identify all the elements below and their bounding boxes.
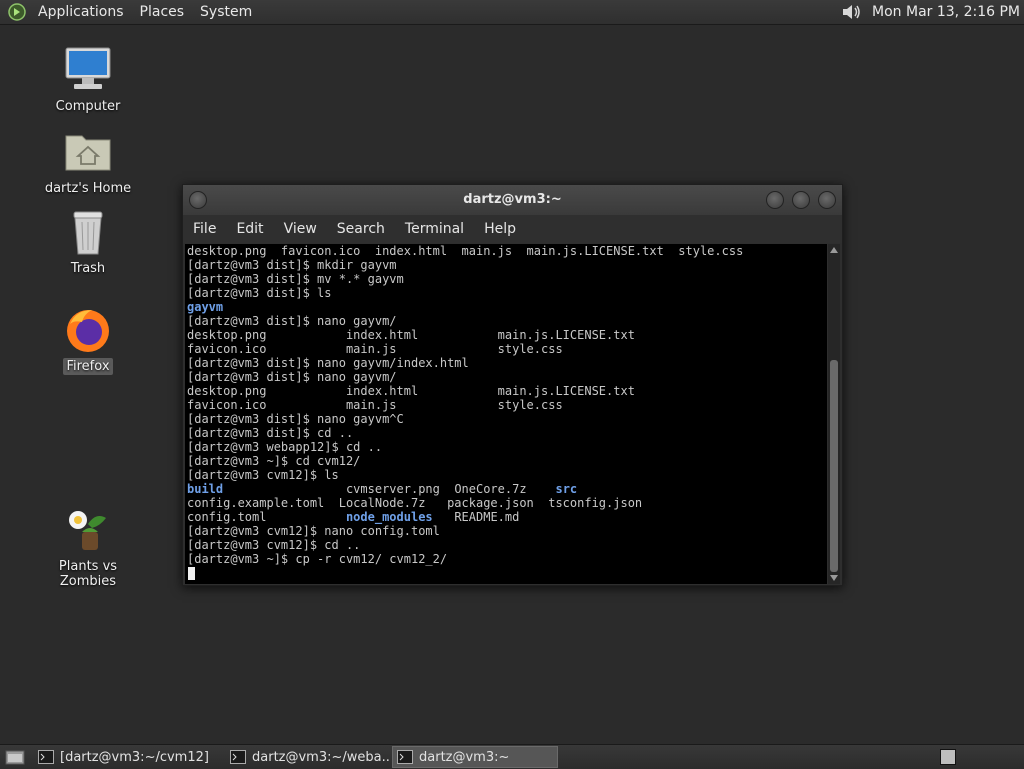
system-menu[interactable]: System xyxy=(192,4,260,20)
terminal-line: [dartz@vm3 ~]$ cp -r cvm12/ cvm12_2/ xyxy=(187,552,448,566)
terminal-line: [dartz@vm3 dist]$ nano gayvm/ xyxy=(187,370,397,384)
terminal-line: favicon.ico main.js style.css xyxy=(187,342,563,356)
desktop-icon-firefox[interactable]: Firefox xyxy=(33,304,143,375)
menu-edit[interactable]: Edit xyxy=(226,221,273,237)
terminal-line: [dartz@vm3 dist]$ mv *.* gayvm xyxy=(187,272,404,286)
taskbar-task-home[interactable]: dartz@vm3:~ xyxy=(392,746,558,768)
terminal-line: [dartz@vm3 dist]$ cd .. xyxy=(187,426,354,440)
desktop-icon-home[interactable]: dartz's Home xyxy=(33,126,143,197)
desktop-icon-trash[interactable]: Trash xyxy=(33,206,143,277)
desktop-icon-label: Computer xyxy=(55,99,121,114)
desktop-icon-label: Trash xyxy=(70,261,106,276)
workspace-switcher[interactable] xyxy=(940,749,956,765)
desktop-icon-computer[interactable]: Computer xyxy=(33,44,143,115)
show-desktop-icon[interactable] xyxy=(4,748,26,766)
directory-name: build xyxy=(187,482,224,496)
terminal-line: config.toml node_modules README.md xyxy=(187,510,520,524)
terminal-lines: desktop.png favicon.ico index.html main.… xyxy=(187,244,743,580)
directory-name: node_modules xyxy=(345,510,433,524)
plants-vs-zombies-icon xyxy=(69,511,106,550)
terminal-icon xyxy=(397,750,413,764)
terminal-line: [dartz@vm3 cvm12]$ ls xyxy=(187,468,339,482)
window-title: dartz@vm3:~ xyxy=(463,192,562,207)
menu-view[interactable]: View xyxy=(274,221,327,237)
terminal-line: [dartz@vm3 dist]$ ls xyxy=(187,286,332,300)
task-label: dartz@vm3:~ xyxy=(419,749,510,765)
applications-menu[interactable]: Applications xyxy=(30,4,132,20)
desktop-icon-label: Firefox xyxy=(63,358,113,375)
terminal-line: favicon.ico main.js style.css xyxy=(187,398,563,412)
menu-file[interactable]: File xyxy=(183,221,226,237)
menu-help[interactable]: Help xyxy=(474,221,526,237)
terminal-line: [dartz@vm3 cvm12]$ nano config.toml xyxy=(187,524,440,538)
places-menu[interactable]: Places xyxy=(132,4,193,20)
window-titlebar[interactable]: dartz@vm3:~ xyxy=(183,185,842,215)
task-label: dartz@vm3:~/weba... xyxy=(252,749,390,765)
firefox-icon xyxy=(67,310,109,352)
scroll-down-arrow-icon[interactable] xyxy=(830,575,838,581)
terminal-menubar: File Edit View Search Terminal Help xyxy=(183,215,842,243)
bottom-panel: [dartz@vm3:~/cvm12] dartz@vm3:~/weba... … xyxy=(0,744,1024,769)
terminal-output[interactable]: desktop.png favicon.ico index.html main.… xyxy=(185,244,827,584)
maximize-button[interactable] xyxy=(792,191,810,209)
terminal-line: [dartz@vm3 dist]$ nano gayvm/index.html xyxy=(187,356,469,370)
terminal-line: config.example.toml LocalNode.7z package… xyxy=(187,496,643,510)
terminal-line: [dartz@vm3 webapp12]$ cd .. xyxy=(187,440,383,454)
volume-icon[interactable] xyxy=(840,2,864,22)
minimize-button[interactable] xyxy=(766,191,784,209)
menu-search[interactable]: Search xyxy=(327,221,395,237)
directory-name: gayvm xyxy=(187,300,224,314)
home-folder-icon xyxy=(65,135,111,171)
taskbar-task-cvm12[interactable]: [dartz@vm3:~/cvm12] xyxy=(34,746,224,768)
terminal-line: [dartz@vm3 dist]$ nano gayvm/ xyxy=(187,314,397,328)
terminal-cursor xyxy=(188,567,195,580)
terminal-line: desktop.png favicon.ico index.html main.… xyxy=(187,244,744,258)
top-panel: Applications Places System Mon Mar 13, 2… xyxy=(0,0,1024,25)
close-button[interactable] xyxy=(818,191,836,209)
taskbar-task-webapp[interactable]: dartz@vm3:~/weba... xyxy=(226,746,390,768)
menu-terminal[interactable]: Terminal xyxy=(395,221,474,237)
desktop-icon-label: dartz's Home xyxy=(44,181,132,196)
terminal-line: [dartz@vm3 dist]$ nano gayvm^C xyxy=(187,412,404,426)
directory-name: src xyxy=(555,482,578,496)
clock[interactable]: Mon Mar 13, 2:16 PM xyxy=(872,4,1020,20)
terminal-icon xyxy=(230,750,246,764)
terminal-scrollbar[interactable] xyxy=(828,244,840,584)
menu-logo-icon[interactable] xyxy=(8,3,26,21)
desktop-icon-label: Plants vs Zombies xyxy=(58,559,118,589)
terminal-line: desktop.png index.html main.js.LICENSE.t… xyxy=(187,328,635,342)
computer-icon xyxy=(65,47,111,89)
desktop-icon-plants-vs-zombies[interactable]: Plants vs Zombies xyxy=(33,504,143,590)
terminal-line: [dartz@vm3 dist]$ mkdir gayvm xyxy=(187,258,397,272)
terminal-line: [dartz@vm3 ~]$ cd cvm12/ xyxy=(187,454,361,468)
task-label: [dartz@vm3:~/cvm12] xyxy=(60,749,209,765)
terminal-icon xyxy=(38,750,54,764)
top-panel-right: Mon Mar 13, 2:16 PM xyxy=(840,0,1024,24)
scroll-up-arrow-icon[interactable] xyxy=(830,247,838,253)
terminal-window[interactable]: dartz@vm3:~ File Edit View Search Termin… xyxy=(182,184,843,586)
terminal-line: build cvmserver.png OneCore.7z src xyxy=(187,482,578,496)
scrollbar-thumb[interactable] xyxy=(830,360,838,572)
terminal-line: desktop.png index.html main.js.LICENSE.t… xyxy=(187,384,635,398)
terminal-line: [dartz@vm3 cvm12]$ cd .. xyxy=(187,538,361,552)
terminal-line: gayvm xyxy=(187,300,743,314)
trash-icon xyxy=(73,211,103,255)
